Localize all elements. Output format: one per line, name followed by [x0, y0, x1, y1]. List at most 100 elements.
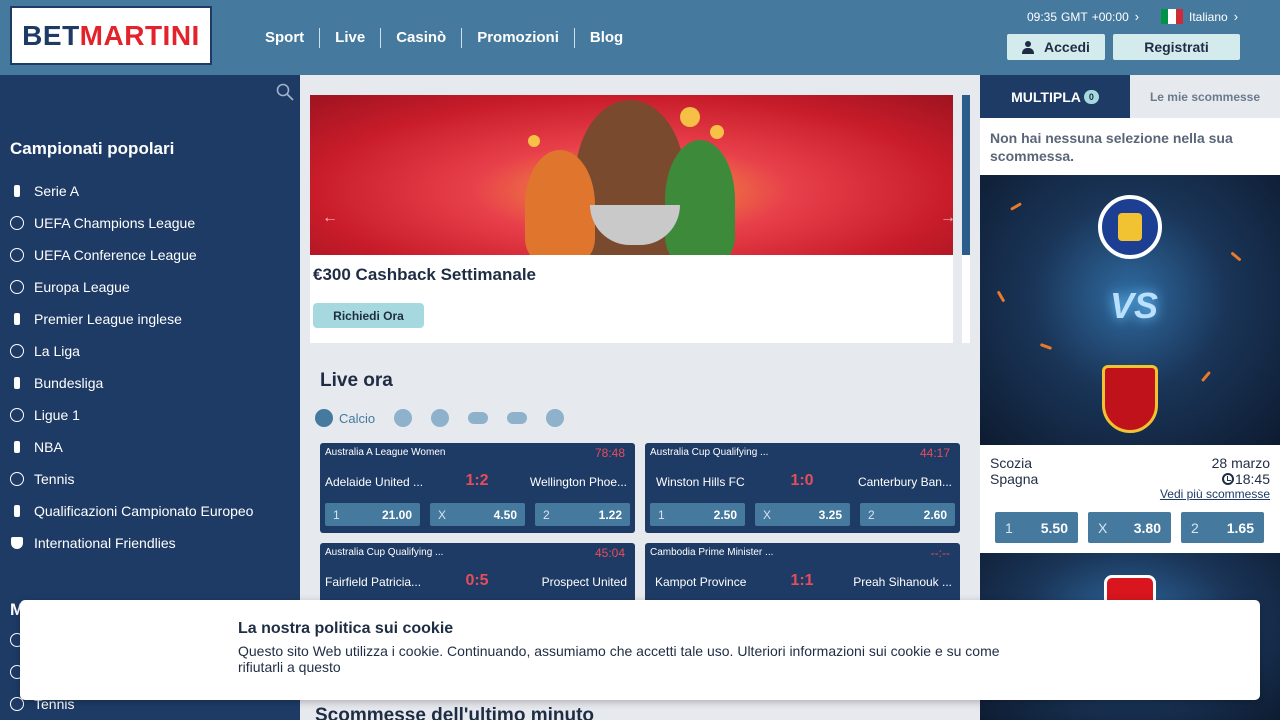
premier-league-icon [14, 313, 20, 325]
carousel-next-icon[interactable]: → [940, 209, 953, 227]
tab-volleyball[interactable] [431, 409, 450, 427]
table-tennis-icon [546, 409, 565, 427]
odd-button-x[interactable]: X 3.80 [1088, 512, 1171, 543]
horse-racing-icon [507, 412, 528, 424]
odd-value: 2.60 [923, 507, 947, 522]
chevron-right-icon: › [1233, 9, 1239, 24]
home-team: Winston Hills FC [656, 475, 745, 489]
sidebar-item-label: NBA [34, 439, 63, 455]
versus-icon: VS [1110, 285, 1159, 326]
sidebar-item-serie-a[interactable]: Serie A [10, 175, 290, 207]
odd-button-1[interactable]: 1 5.50 [995, 512, 1078, 543]
current-time: 09:35 [1027, 9, 1058, 24]
empty-betslip-message: Non hai nessuna selezione nella sua scom… [990, 130, 1233, 164]
home-team: Adelaide United ... [325, 475, 424, 489]
timezone-offset: +00:00 [1091, 9, 1129, 24]
sidebar-item-tennis[interactable]: Tennis [10, 463, 290, 495]
odd-label: 2 [868, 507, 875, 522]
odd-button-1[interactable]: 1 21.00 [325, 503, 420, 526]
sidebar-item-euro-qualifiers[interactable]: Qualificazioni Campionato Europeo [10, 495, 290, 527]
login-button[interactable]: Accedi [1007, 34, 1105, 60]
italy-flag-icon [1161, 9, 1183, 24]
promo-banner-image: ← → [310, 95, 953, 255]
odd-value: 3.25 [818, 507, 842, 522]
odd-label: 1 [1005, 519, 1013, 536]
site-header: BET MARTINI Sport Live Casinò Promozioni … [0, 0, 1280, 75]
odd-label: 2 [543, 507, 550, 522]
sidebar-item-label: La Liga [34, 343, 80, 359]
featured-match-banner[interactable]: VS [980, 175, 1280, 445]
odd-button-1[interactable]: 1 2.50 [650, 503, 745, 526]
bundesliga-icon [14, 377, 20, 389]
sidebar-item-label: UEFA Conference League [34, 247, 197, 263]
popular-leagues-list: Serie A UEFA Champions League UEFA Confe… [10, 175, 290, 559]
trophy-icon [11, 537, 23, 549]
live-match-card[interactable]: Australia Cup Qualifying ... 44:17 Winst… [645, 443, 960, 533]
sidebar-item-label: Premier League inglese [34, 311, 182, 327]
claim-now-button[interactable]: Richiedi Ora [313, 303, 424, 328]
odd-value: 1.65 [1226, 519, 1254, 536]
odd-value: 5.50 [1040, 519, 1068, 536]
tab-basketball[interactable] [394, 409, 413, 427]
tab-esports[interactable] [468, 412, 489, 424]
sidebar-item-label: International Friendlies [34, 535, 176, 551]
language-label: Italiano [1189, 9, 1228, 24]
clock-icon [1221, 473, 1234, 485]
tab-table-tennis[interactable] [546, 409, 565, 427]
away-team: Prospect United [541, 575, 627, 589]
more-bets-link[interactable]: Vedi più scommesse [1160, 487, 1270, 501]
odd-button-x[interactable]: X 4.50 [430, 503, 525, 526]
sidebar-item-europa-league[interactable]: Europa League [10, 271, 290, 303]
match-time: 44:17 [919, 446, 950, 460]
fixture-date: 28 marzo [1211, 455, 1270, 471]
odd-button-2[interactable]: 2 1.65 [1181, 512, 1264, 543]
la-liga-icon [10, 344, 24, 358]
nav-promozioni[interactable]: Promozioni [461, 28, 574, 48]
carousel-prev-icon[interactable]: ← [322, 209, 338, 227]
sidebar-item-bundesliga[interactable]: Bundesliga [10, 367, 290, 399]
tab-horse-racing[interactable] [507, 412, 528, 424]
promo-title: €300 Cashback Settimanale [313, 265, 537, 284]
ligue-1-icon [10, 408, 24, 422]
odd-button-2[interactable]: 2 1.22 [535, 503, 630, 526]
language-selector[interactable]: Italiano › [1161, 9, 1238, 24]
match-league: Australia A League Women [325, 447, 446, 458]
sidebar-item-la-liga[interactable]: La Liga [10, 335, 290, 367]
search-icon[interactable] [276, 83, 294, 101]
euro-qualifiers-icon [14, 505, 20, 517]
nav-sport[interactable]: Sport [250, 28, 319, 48]
sidebar-item-nba[interactable]: NBA [10, 431, 290, 463]
nba-icon [14, 441, 20, 453]
live-match-card[interactable]: Australia A League Women 78:48 Adelaide … [320, 443, 635, 533]
betmartini-logo[interactable]: BET MARTINI [10, 6, 212, 65]
odd-value: 3.80 [1133, 519, 1161, 536]
sidebar-item-label: Tennis [34, 471, 75, 487]
tab-my-bets[interactable]: Le mie scommesse [1130, 75, 1280, 118]
nav-blog[interactable]: Blog [573, 28, 638, 48]
nav-live[interactable]: Live [319, 28, 380, 48]
match-time: 78:48 [594, 446, 625, 460]
next-promo-card-peek[interactable] [962, 95, 970, 343]
sidebar-item-champions-league[interactable]: UEFA Champions League [10, 207, 290, 239]
promo-card[interactable]: ← → €300 Cashback Settimanale Richiedi O… [310, 95, 953, 343]
register-button[interactable]: Registrati [1113, 34, 1240, 60]
odd-button-x[interactable]: X 3.25 [755, 503, 850, 526]
sidebar-item-premier-league[interactable]: Premier League inglese [10, 303, 290, 335]
sidebar-item-conference-league[interactable]: UEFA Conference League [10, 239, 290, 271]
sidebar-item-international-friendlies[interactable]: International Friendlies [10, 527, 290, 559]
tab-calcio[interactable]: Calcio [315, 409, 375, 427]
fixture-time-value: 18:45 [1234, 471, 1270, 487]
sidebar-item-ligue-1[interactable]: Ligue 1 [10, 399, 290, 431]
nav-casino[interactable]: Casinò [380, 28, 461, 48]
user-icon [1022, 40, 1035, 54]
login-label: Accedi [1044, 39, 1090, 55]
match-score: 1:0 [790, 472, 814, 489]
selection-count-badge: 0 [1083, 89, 1099, 104]
clock-timezone-selector[interactable]: 09:35 GMT +00:00 › [1027, 9, 1139, 24]
odd-button-2[interactable]: 2 2.60 [860, 503, 955, 526]
soccer-icon [315, 409, 333, 427]
away-team: Preah Sihanouk ... [853, 575, 952, 589]
match-league: Australia Cup Qualifying ... [325, 547, 444, 558]
tab-multipla[interactable]: MULTIPLA 0 [980, 75, 1130, 118]
odd-value: 4.50 [493, 507, 517, 522]
